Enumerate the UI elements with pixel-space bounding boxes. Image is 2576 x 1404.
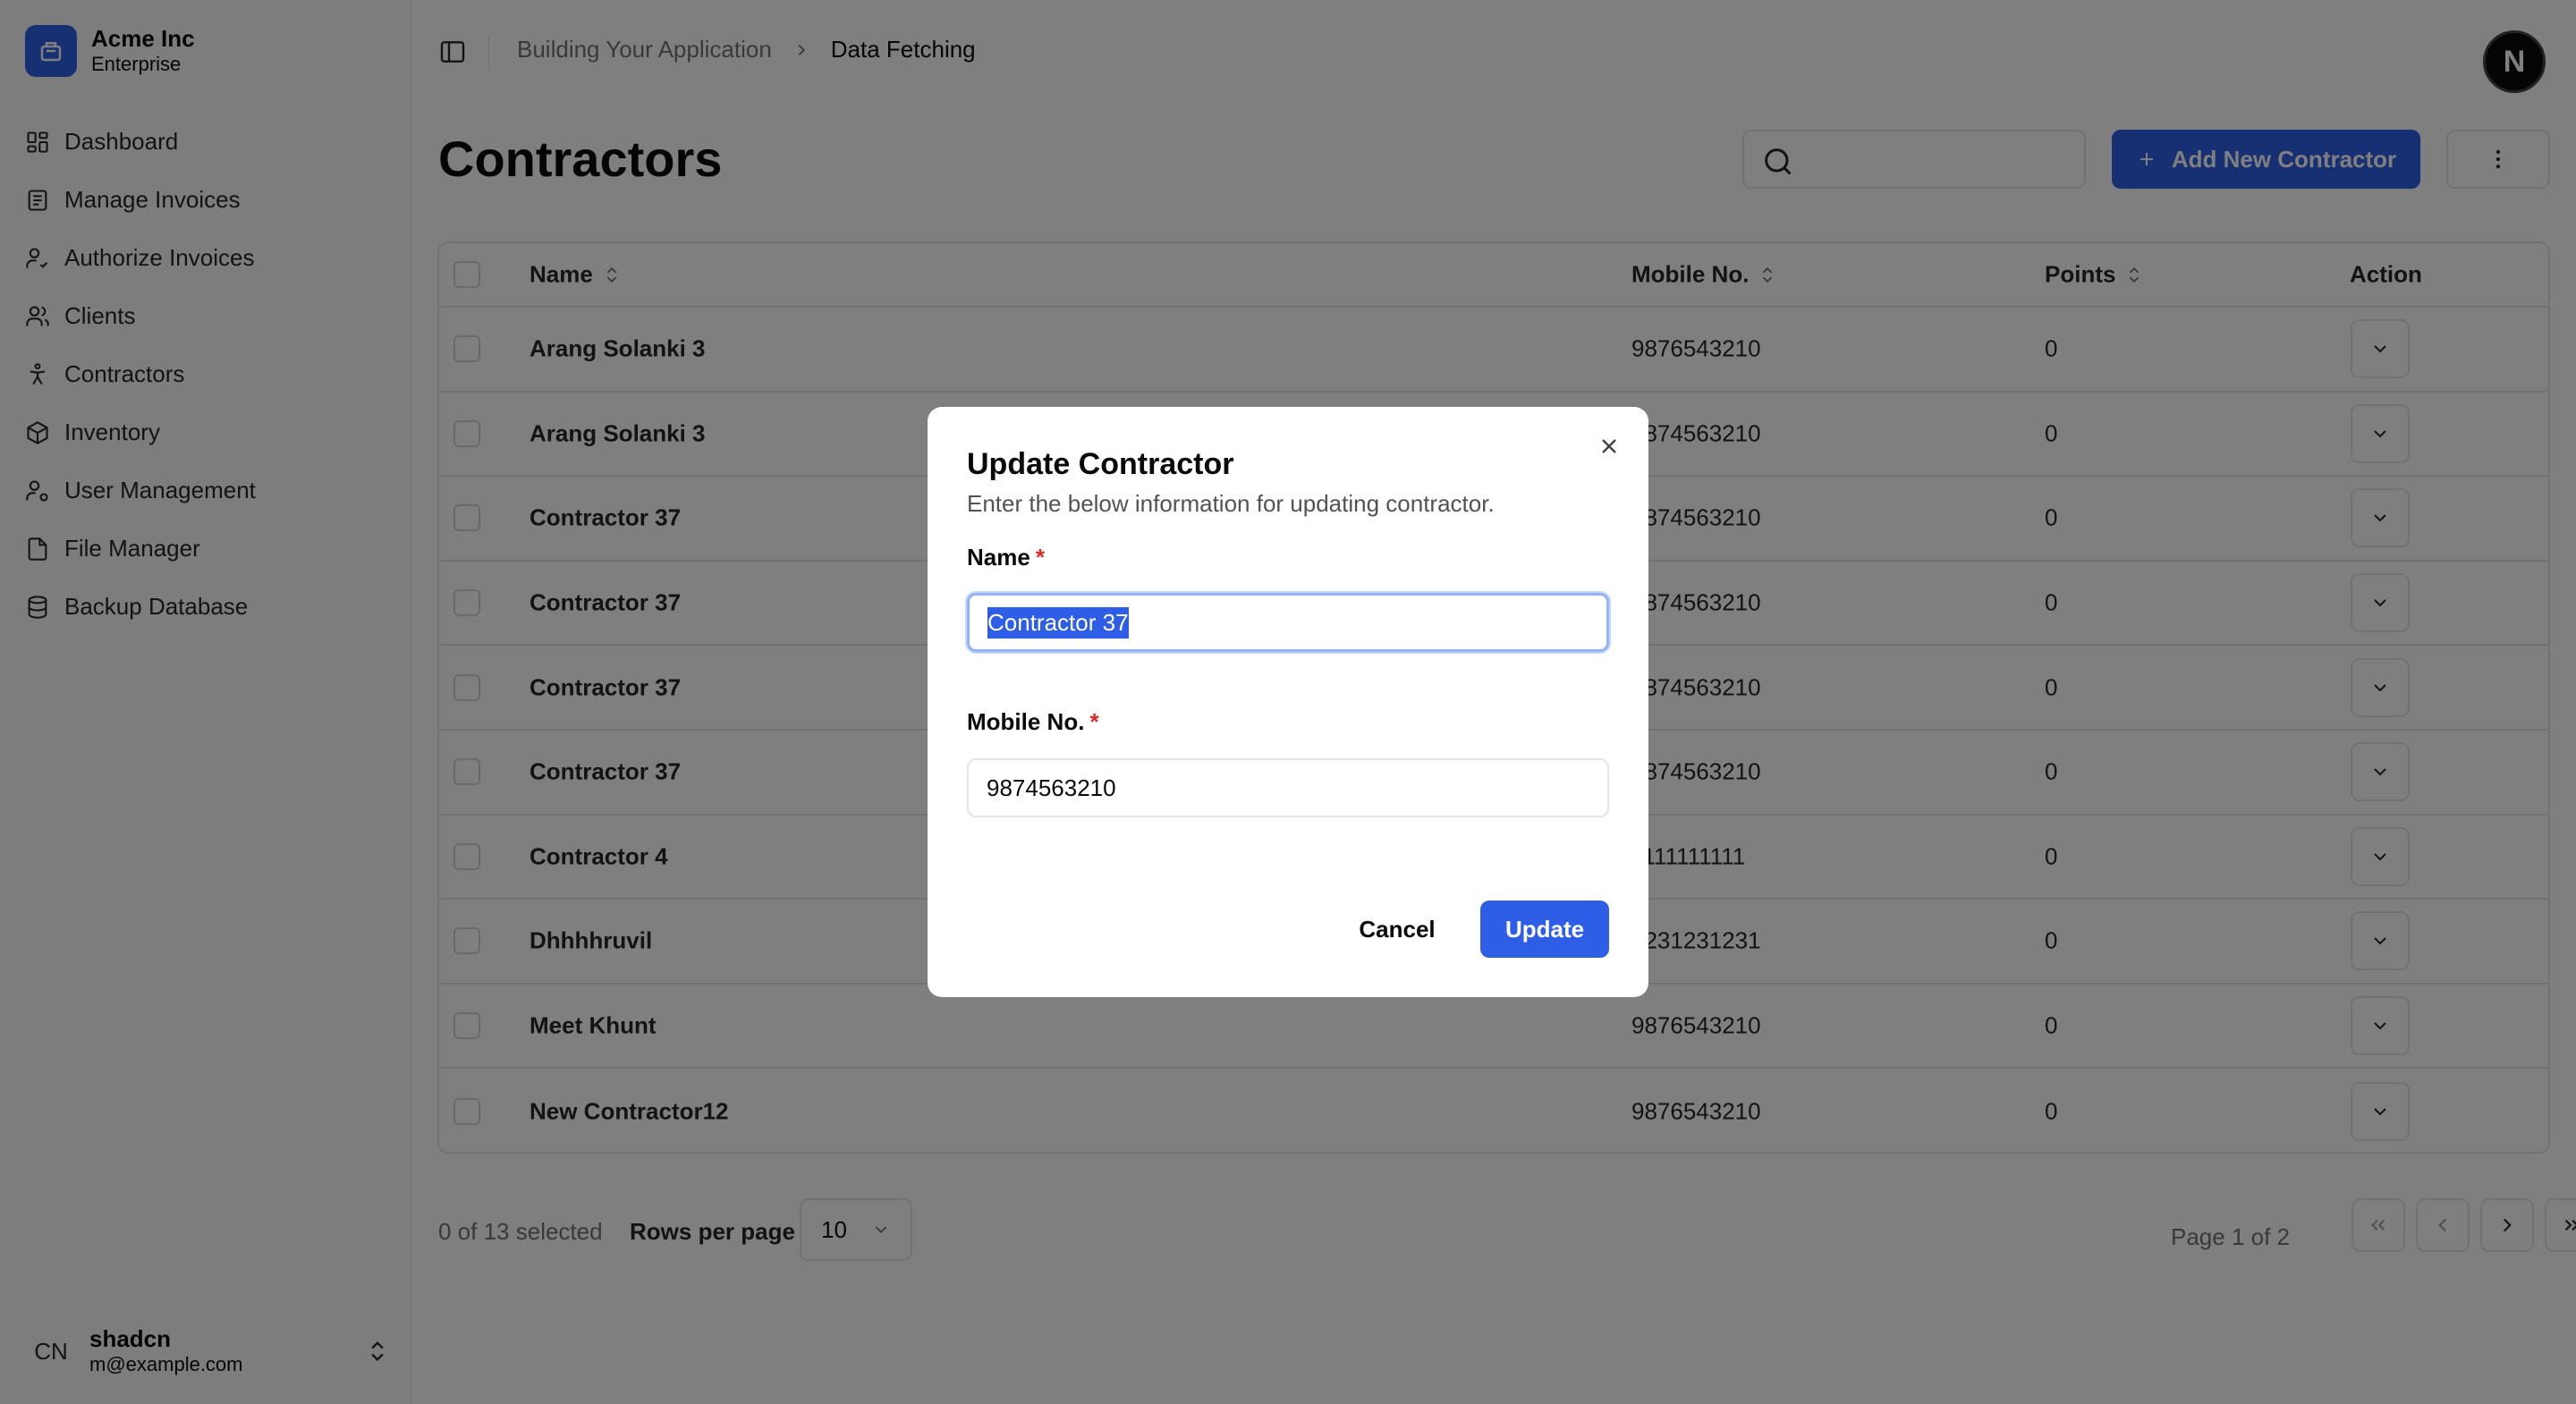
mobile-label-text: Mobile No. bbox=[967, 708, 1085, 735]
name-field[interactable]: Contractor 37 bbox=[967, 593, 1609, 652]
dialog-description: Enter the below information for updating… bbox=[967, 490, 1495, 517]
name-label-text: Name bbox=[967, 544, 1030, 571]
required-marker: * bbox=[1089, 708, 1099, 735]
dialog-title: Update Contractor bbox=[967, 447, 1234, 481]
name-field-value: Contractor 37 bbox=[987, 606, 1129, 639]
name-label: Name * bbox=[967, 539, 1045, 575]
cancel-button[interactable]: Cancel bbox=[1348, 901, 1446, 958]
required-marker: * bbox=[1035, 544, 1045, 571]
update-button[interactable]: Update bbox=[1480, 901, 1609, 958]
mobile-field[interactable]: 9874563210 bbox=[967, 758, 1609, 817]
update-contractor-dialog: Update Contractor Enter the below inform… bbox=[928, 407, 1648, 997]
close-icon[interactable] bbox=[1597, 434, 1622, 459]
mobile-label: Mobile No. * bbox=[967, 704, 1099, 740]
mobile-field-value: 9874563210 bbox=[987, 774, 1116, 801]
